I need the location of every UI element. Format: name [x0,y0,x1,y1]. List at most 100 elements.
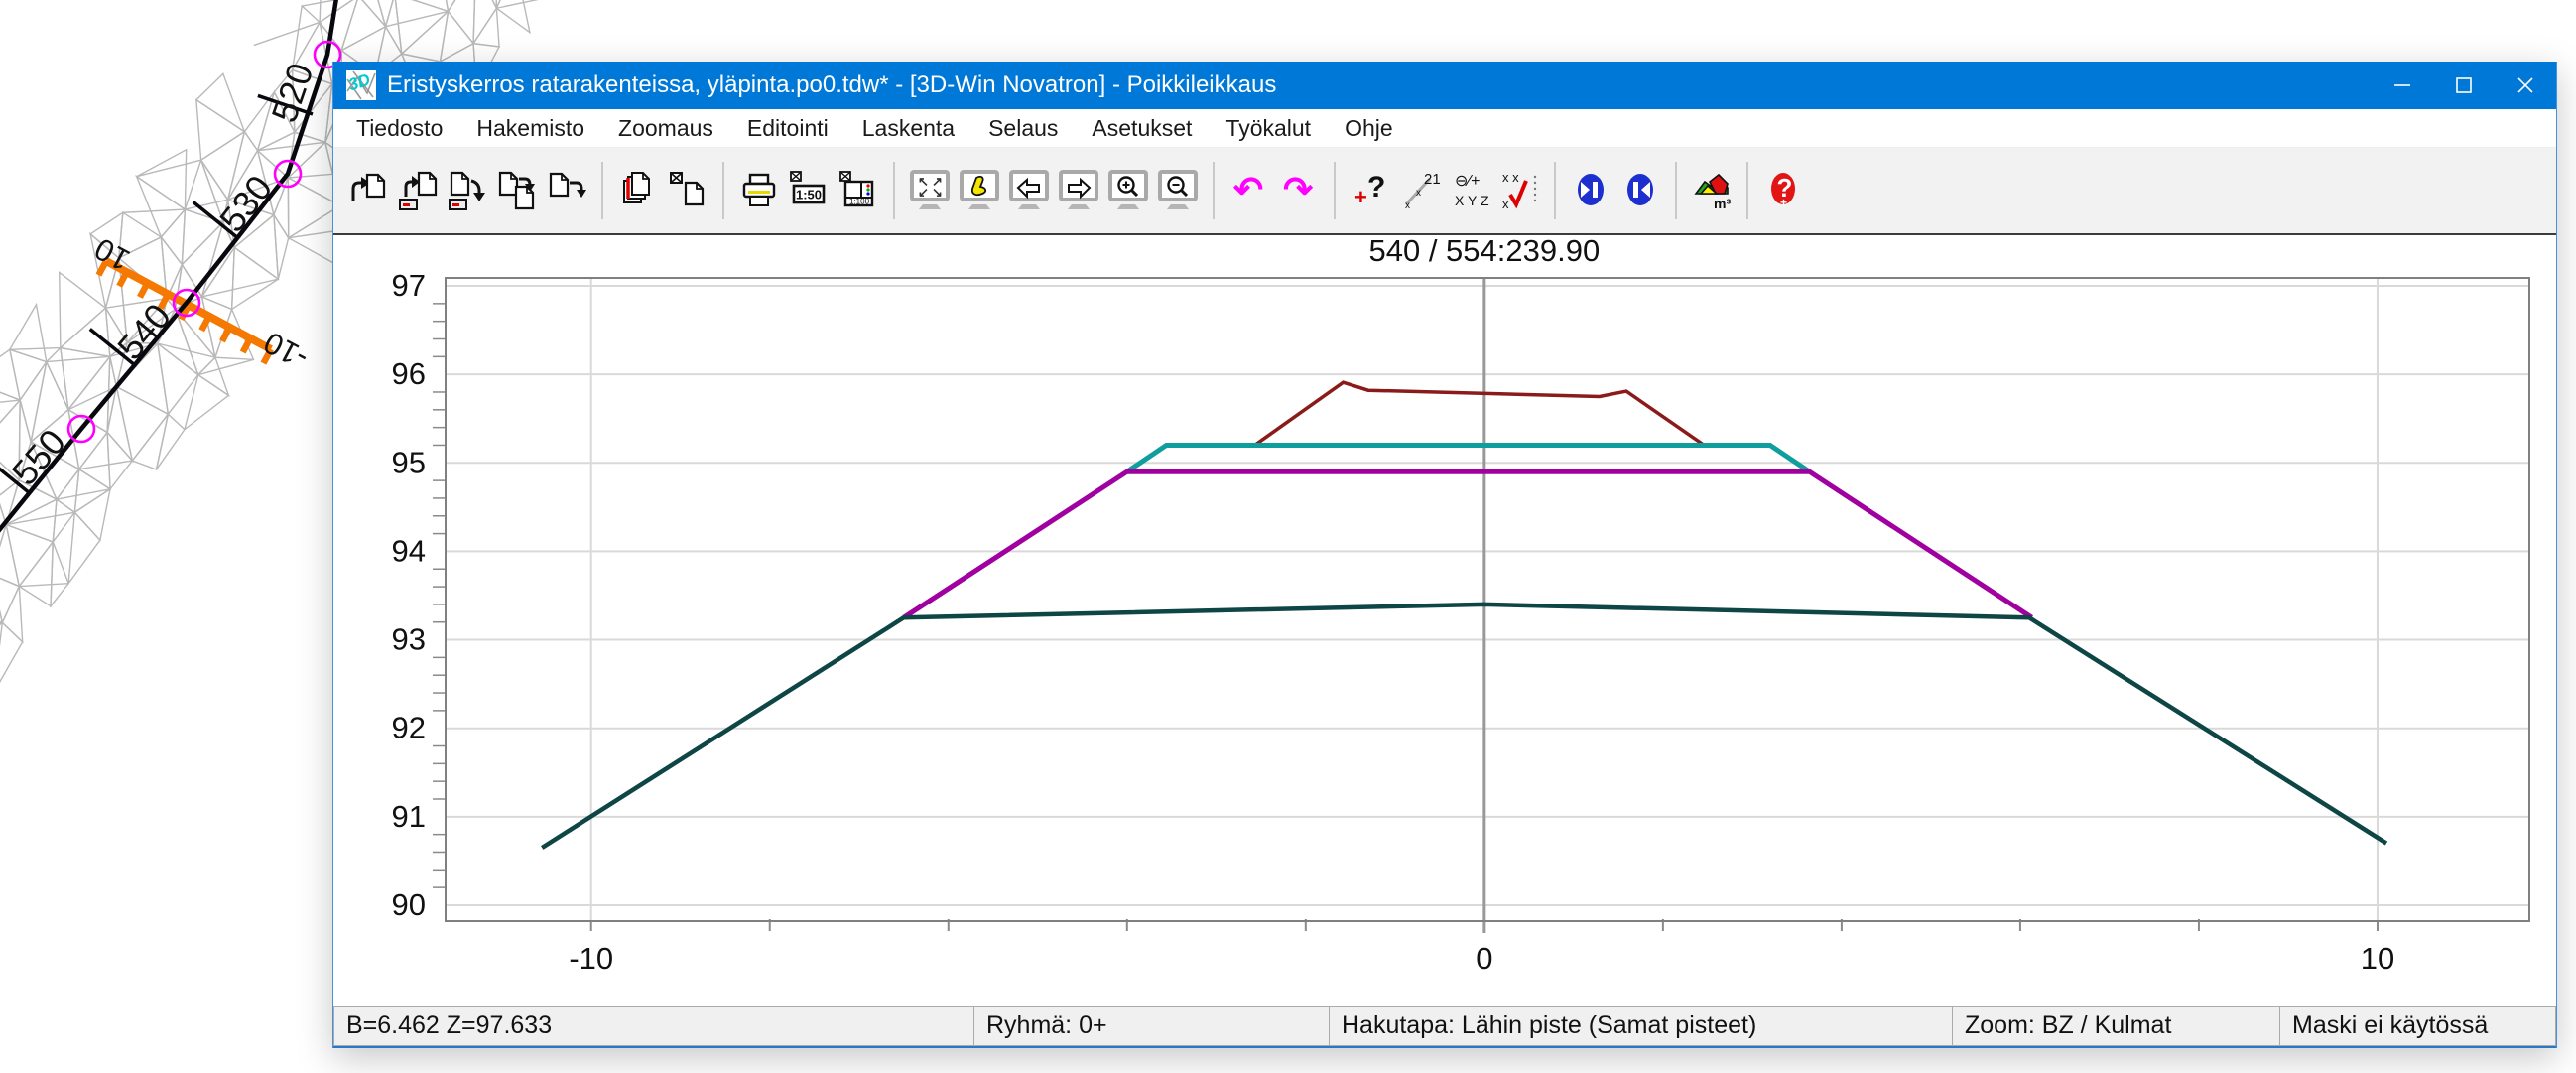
toolbar-group-3: ↖↗↙↘ [905,163,1203,218]
menu-item-editointi[interactable]: Editointi [730,109,845,147]
app-logo-icon: 3D [345,69,377,101]
svg-text:x: x [1416,188,1421,199]
menubar: TiedostoHakemistoZoomausEditointiLaskent… [333,109,2556,148]
zoom-out-icon [1156,169,1200,212]
titlebar[interactable]: 3D Eristyskerros ratarakenteissa, yläpin… [333,62,2556,109]
svg-text:↘: ↘ [932,185,943,200]
status-segment-2: Hakutapa: Lähin piste (Samat pisteet) [1330,1006,1953,1046]
redo-button[interactable]: ↷ [1274,163,1324,218]
next-element-button[interactable] [1615,163,1665,218]
y-tick-label: 97 [392,268,426,303]
svg-text:x: x [1502,197,1509,211]
next-view-button[interactable] [1054,163,1103,218]
prev-element-icon [1569,169,1612,212]
menu-item-asetukset[interactable]: Asetukset [1075,109,1209,147]
pan-button[interactable] [955,163,1004,218]
file-select-icon [666,169,709,212]
svg-text:X Y Z: X Y Z [1455,193,1489,208]
zoom-in-icon [1106,169,1150,212]
toolbar-group-5: +?21xx⊖⁄+X Y Zx xx [1346,163,1544,218]
prev-view-icon [1007,169,1051,212]
toolbar-group-4: ↶↷ [1224,163,1324,218]
series-structure-mid-purple [904,471,2032,617]
menu-item-työkalut[interactable]: Työkalut [1209,109,1328,147]
save-file-device-button[interactable] [443,163,492,218]
x-tick-label: -10 [569,941,613,976]
close-button[interactable] [2495,62,2556,109]
status-segment-4: Maski ei käytössä [2280,1006,2556,1046]
save-file-button[interactable] [542,163,591,218]
menu-item-selaus[interactable]: Selaus [971,109,1075,147]
toolbar-group-0 [343,163,591,218]
toolbar-separator [1675,162,1677,219]
file-stack-icon [616,169,660,212]
status-segment-0: B=6.462 Z=97.633 [333,1006,974,1046]
zoom-in-button[interactable] [1103,163,1153,218]
station-label-520: 520 [263,58,321,127]
toolbar-separator [1554,162,1556,219]
volume-m3-icon: m³ [1690,169,1734,212]
page-setup-button[interactable]: 1:100 [834,163,883,218]
file-select-button[interactable] [663,163,712,218]
prev-element-button[interactable] [1566,163,1615,218]
open-file-device-button[interactable] [393,163,443,218]
svg-text:?: ? [1367,171,1385,203]
file-stack-button[interactable] [613,163,663,218]
point-info-button[interactable]: +? [1346,163,1395,218]
svg-text:↙: ↙ [918,185,929,200]
series-structure-top-teal [1127,445,1810,471]
status-segment-3: Zoom: BZ / Kulmat [1953,1006,2280,1046]
open-file-button[interactable] [343,163,393,218]
coordinate-tools-button[interactable]: ⊖⁄+X Y Z [1445,163,1494,218]
y-tick-label: 93 [392,622,426,657]
save-file-icon [545,169,588,212]
point-info-icon: +? [1349,169,1392,212]
zoom-out-button[interactable] [1153,163,1203,218]
svg-text:+: + [1780,196,1787,209]
chart-title: 540 / 554:239.90 [1368,235,1600,268]
cross-section-chart-area[interactable]: 9091929394959697-10010540 / 554:239.90 [333,233,2556,1006]
zoom-all-button[interactable]: ↖↗↙↘ [905,163,955,218]
volume-m3-button[interactable]: m³ [1687,163,1737,218]
check-points-button[interactable]: x xx [1494,163,1544,218]
scale-1-50-button[interactable]: 1:50 [784,163,834,218]
cross-section-chart[interactable]: 9091929394959697-10010540 / 554:239.90 [333,235,2554,1009]
help-button[interactable]: ?+ [1758,163,1808,218]
svg-text:1:50: 1:50 [796,188,822,202]
x-tick-label: 10 [2361,941,2394,976]
next-element-icon [1618,169,1662,212]
menu-item-laskenta[interactable]: Laskenta [845,109,971,147]
toolbar-group-2: 1:50 1:100 [734,163,883,218]
copy-file-button[interactable] [492,163,542,218]
next-view-icon [1057,169,1100,212]
toolbar-separator [1746,162,1748,219]
window-title: Eristyskerros ratarakenteissa, yläpinta.… [387,71,2372,99]
print-icon [737,169,781,212]
y-tick-label: 90 [392,887,426,922]
open-file-icon [346,169,390,212]
svg-text:21: 21 [1424,171,1441,188]
page-setup-icon: 1:100 [837,169,880,212]
line-info-button[interactable]: 21xx [1395,163,1445,218]
maximize-button[interactable] [2433,62,2495,109]
minimize-button[interactable] [2372,62,2433,109]
y-tick-label: 91 [392,799,426,834]
toolbar-separator [722,162,724,219]
prev-view-button[interactable] [1004,163,1054,218]
toolbar-separator [601,162,603,219]
check-points-icon: x xx [1497,169,1541,212]
svg-text:x: x [1405,201,1410,211]
menu-item-hakemisto[interactable]: Hakemisto [459,109,601,147]
undo-button[interactable]: ↶ [1224,163,1274,218]
menu-item-ohje[interactable]: Ohje [1328,109,1410,147]
svg-text:1:100: 1:100 [849,198,870,206]
print-button[interactable] [734,163,784,218]
y-tick-label: 96 [392,356,426,391]
menu-item-zoomaus[interactable]: Zoomaus [601,109,730,147]
redo-icon: ↷ [1277,169,1321,212]
toolbar-group-8: ?+ [1758,163,1808,218]
coordinate-tools-icon: ⊖⁄+X Y Z [1448,169,1491,212]
menu-item-tiedosto[interactable]: Tiedosto [339,109,459,147]
app-window: 3D Eristyskerros ratarakenteissa, yläpin… [332,62,2557,1048]
scale-1-50-icon: 1:50 [787,169,831,212]
